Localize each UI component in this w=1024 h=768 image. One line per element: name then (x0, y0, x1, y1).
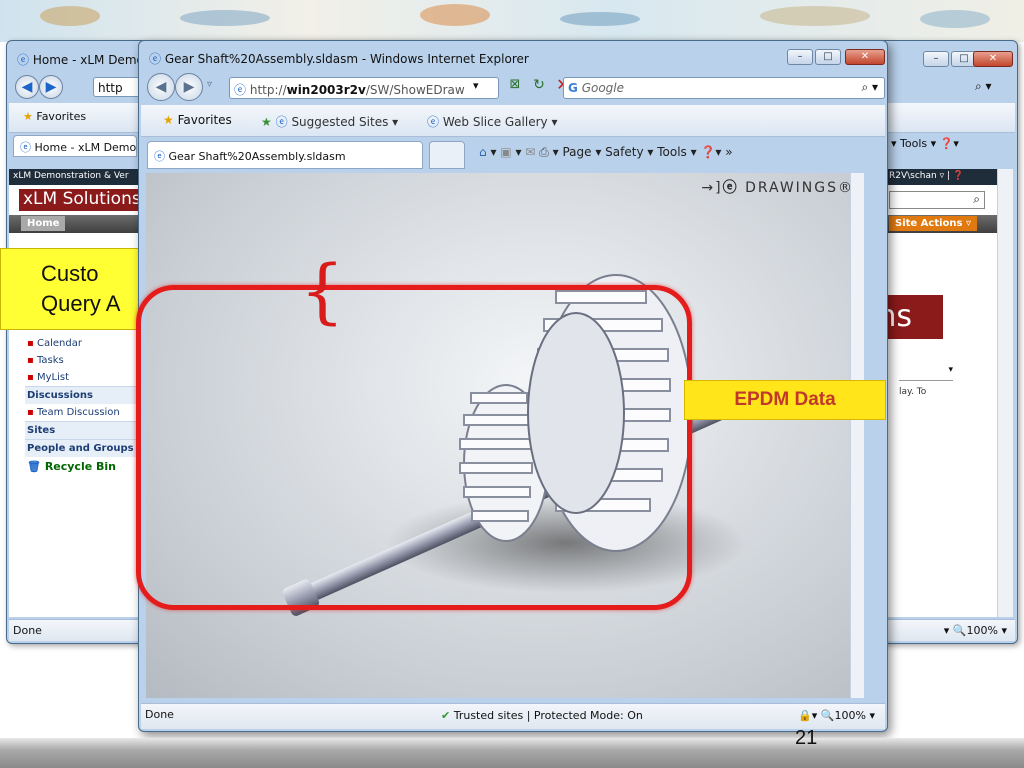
ie-icon: ⓔ (154, 150, 165, 163)
back-address-bar[interactable]: http (93, 77, 143, 97)
slide-banner (0, 0, 1024, 42)
front-window-title: ⓔ Gear Shaft%20Assembly.sldasm - Windows… (149, 52, 529, 66)
print-icon[interactable]: ⎙ (539, 145, 549, 159)
front-zoom-control[interactable]: 🔒▾ 🔍100% ▾ (798, 709, 875, 722)
maximize-button[interactable]: □ (815, 49, 841, 65)
mail-icon[interactable]: ✉ (525, 145, 535, 159)
discussions-header[interactable]: Discussions (25, 386, 137, 404)
viewer-scrollbar[interactable] (850, 173, 864, 698)
nav-item[interactable]: ▪ MyList (25, 369, 137, 386)
epdm-data-callout: EPDM Data (684, 380, 886, 420)
help-icon[interactable]: ❓ (700, 145, 715, 159)
favorites-button[interactable]: ★ Favorites (163, 113, 232, 127)
forward-icon[interactable]: ▶ (39, 75, 63, 99)
search-icon[interactable]: ⌕ ▾ (975, 79, 992, 94)
back-tab[interactable]: ⓔ Home - xLM Demo (13, 135, 137, 157)
front-status-bar: Done ✔ Trusted sites | Protected Mode: O… (141, 703, 885, 729)
view-dropdown[interactable]: ▾ (899, 365, 953, 381)
back-tools-menu[interactable]: ▾ Tools ▾ ❓▾ (891, 137, 959, 150)
site-search-icon[interactable]: ⌕ (889, 191, 985, 209)
site-logo[interactable]: xLM Solutions (19, 189, 149, 211)
highlight-box (136, 285, 692, 610)
checkmark-icon: ✔ (441, 709, 451, 722)
tools-menu[interactable]: Tools ▾ (657, 145, 696, 159)
ie-icon: ⓔ (149, 52, 162, 66)
safety-menu[interactable]: Safety ▾ (605, 145, 653, 159)
minimize-button[interactable]: – (787, 49, 813, 65)
back-window-title: ⓔ Home - xLM Demor (17, 53, 149, 67)
description-fragment: lay. To (899, 387, 927, 397)
recycle-bin-icon: 🗑 (27, 460, 41, 473)
google-logo-icon: G (568, 81, 578, 95)
recycle-bin-link[interactable]: 🗑 Recycle Bin (25, 457, 137, 476)
help-icon[interactable]: ❓ (953, 171, 964, 181)
star-icon: ★ (163, 113, 174, 127)
star-icon: ★ (23, 110, 33, 123)
ie-icon: ⓔ (17, 53, 30, 67)
new-tab-button[interactable] (429, 141, 465, 169)
site-actions-button[interactable]: Site Actions ▿ (889, 216, 978, 231)
page-number: 21 (795, 727, 818, 749)
nav-item[interactable]: ▪ Calendar (25, 335, 137, 352)
address-dropdown-icon[interactable]: ▾ (473, 79, 479, 92)
forward-icon[interactable]: ▶ (175, 73, 203, 101)
compatibility-icon[interactable]: ⊠ (505, 77, 525, 99)
search-icon[interactable]: ⌕ ▾ (861, 80, 878, 95)
brace-annotation: { (300, 250, 345, 332)
web-slice-gallery-button[interactable]: ⓔ Web Slice Gallery ▾ (427, 113, 557, 130)
user-menu[interactable]: R2V\schan ▿ | ❓ (889, 171, 964, 181)
back-icon[interactable]: ◀ (15, 75, 39, 99)
page-menu[interactable]: Page ▾ (562, 145, 601, 159)
front-tab[interactable]: ⓔ Gear Shaft%20Assembly.sldasm (147, 141, 423, 169)
home-tab[interactable]: Home (21, 216, 66, 231)
nav-item[interactable]: ▪ Tasks (25, 352, 137, 369)
protected-mode-icon[interactable]: 🔒 (798, 709, 812, 722)
search-box[interactable]: G Google ⌕ ▾ (563, 77, 885, 99)
suggested-sites-button[interactable]: ★ ⓔ Suggested Sites ▾ (261, 113, 398, 130)
back-icon[interactable]: ◀ (147, 73, 175, 101)
close-button[interactable]: ✕ (845, 49, 885, 65)
feeds-icon[interactable]: ▣ (500, 145, 511, 159)
add-favorite-icon: ★ (261, 115, 272, 129)
command-bar: ⌂ ▾ ▣ ▾ ✉ ⎙ ▾ Page ▾ Safety ▾ Tools ▾ ❓▾… (479, 145, 733, 159)
security-zone: ✔ Trusted sites | Protected Mode: On (441, 709, 643, 722)
help-icon[interactable]: ❓ (940, 137, 954, 150)
home-icon[interactable]: ⌂ (479, 145, 487, 159)
close-button[interactable]: ✕ (973, 51, 1013, 67)
people-groups-header[interactable]: People and Groups (25, 439, 137, 457)
slide-footer (0, 738, 1024, 768)
back-zoom-control[interactable]: ▾ 🔍100% ▾ (944, 624, 1007, 637)
minimize-button[interactable]: – (923, 51, 949, 67)
refresh-icon[interactable]: ↻ (529, 77, 549, 99)
recent-pages-icon[interactable]: ▿ (207, 79, 212, 90)
front-address-bar[interactable]: ⓔ http://win2003r2v/SW/ShowEDraw (229, 77, 499, 99)
page-icon: ⓔ (234, 83, 247, 97)
quick-launch: ▪ Calendar ▪ Tasks ▪ MyList Discussions … (25, 335, 137, 476)
vertical-scrollbar[interactable] (997, 169, 1013, 617)
ie-icon: ⓔ (20, 141, 31, 154)
ie-icon: ⓔ (275, 115, 288, 129)
sites-header[interactable]: Sites (25, 421, 137, 439)
ie-icon: ⓔ (427, 115, 440, 129)
nav-item[interactable]: ▪ Team Discussion (25, 404, 137, 421)
back-favorites-button[interactable]: ★ Favorites (23, 110, 86, 123)
